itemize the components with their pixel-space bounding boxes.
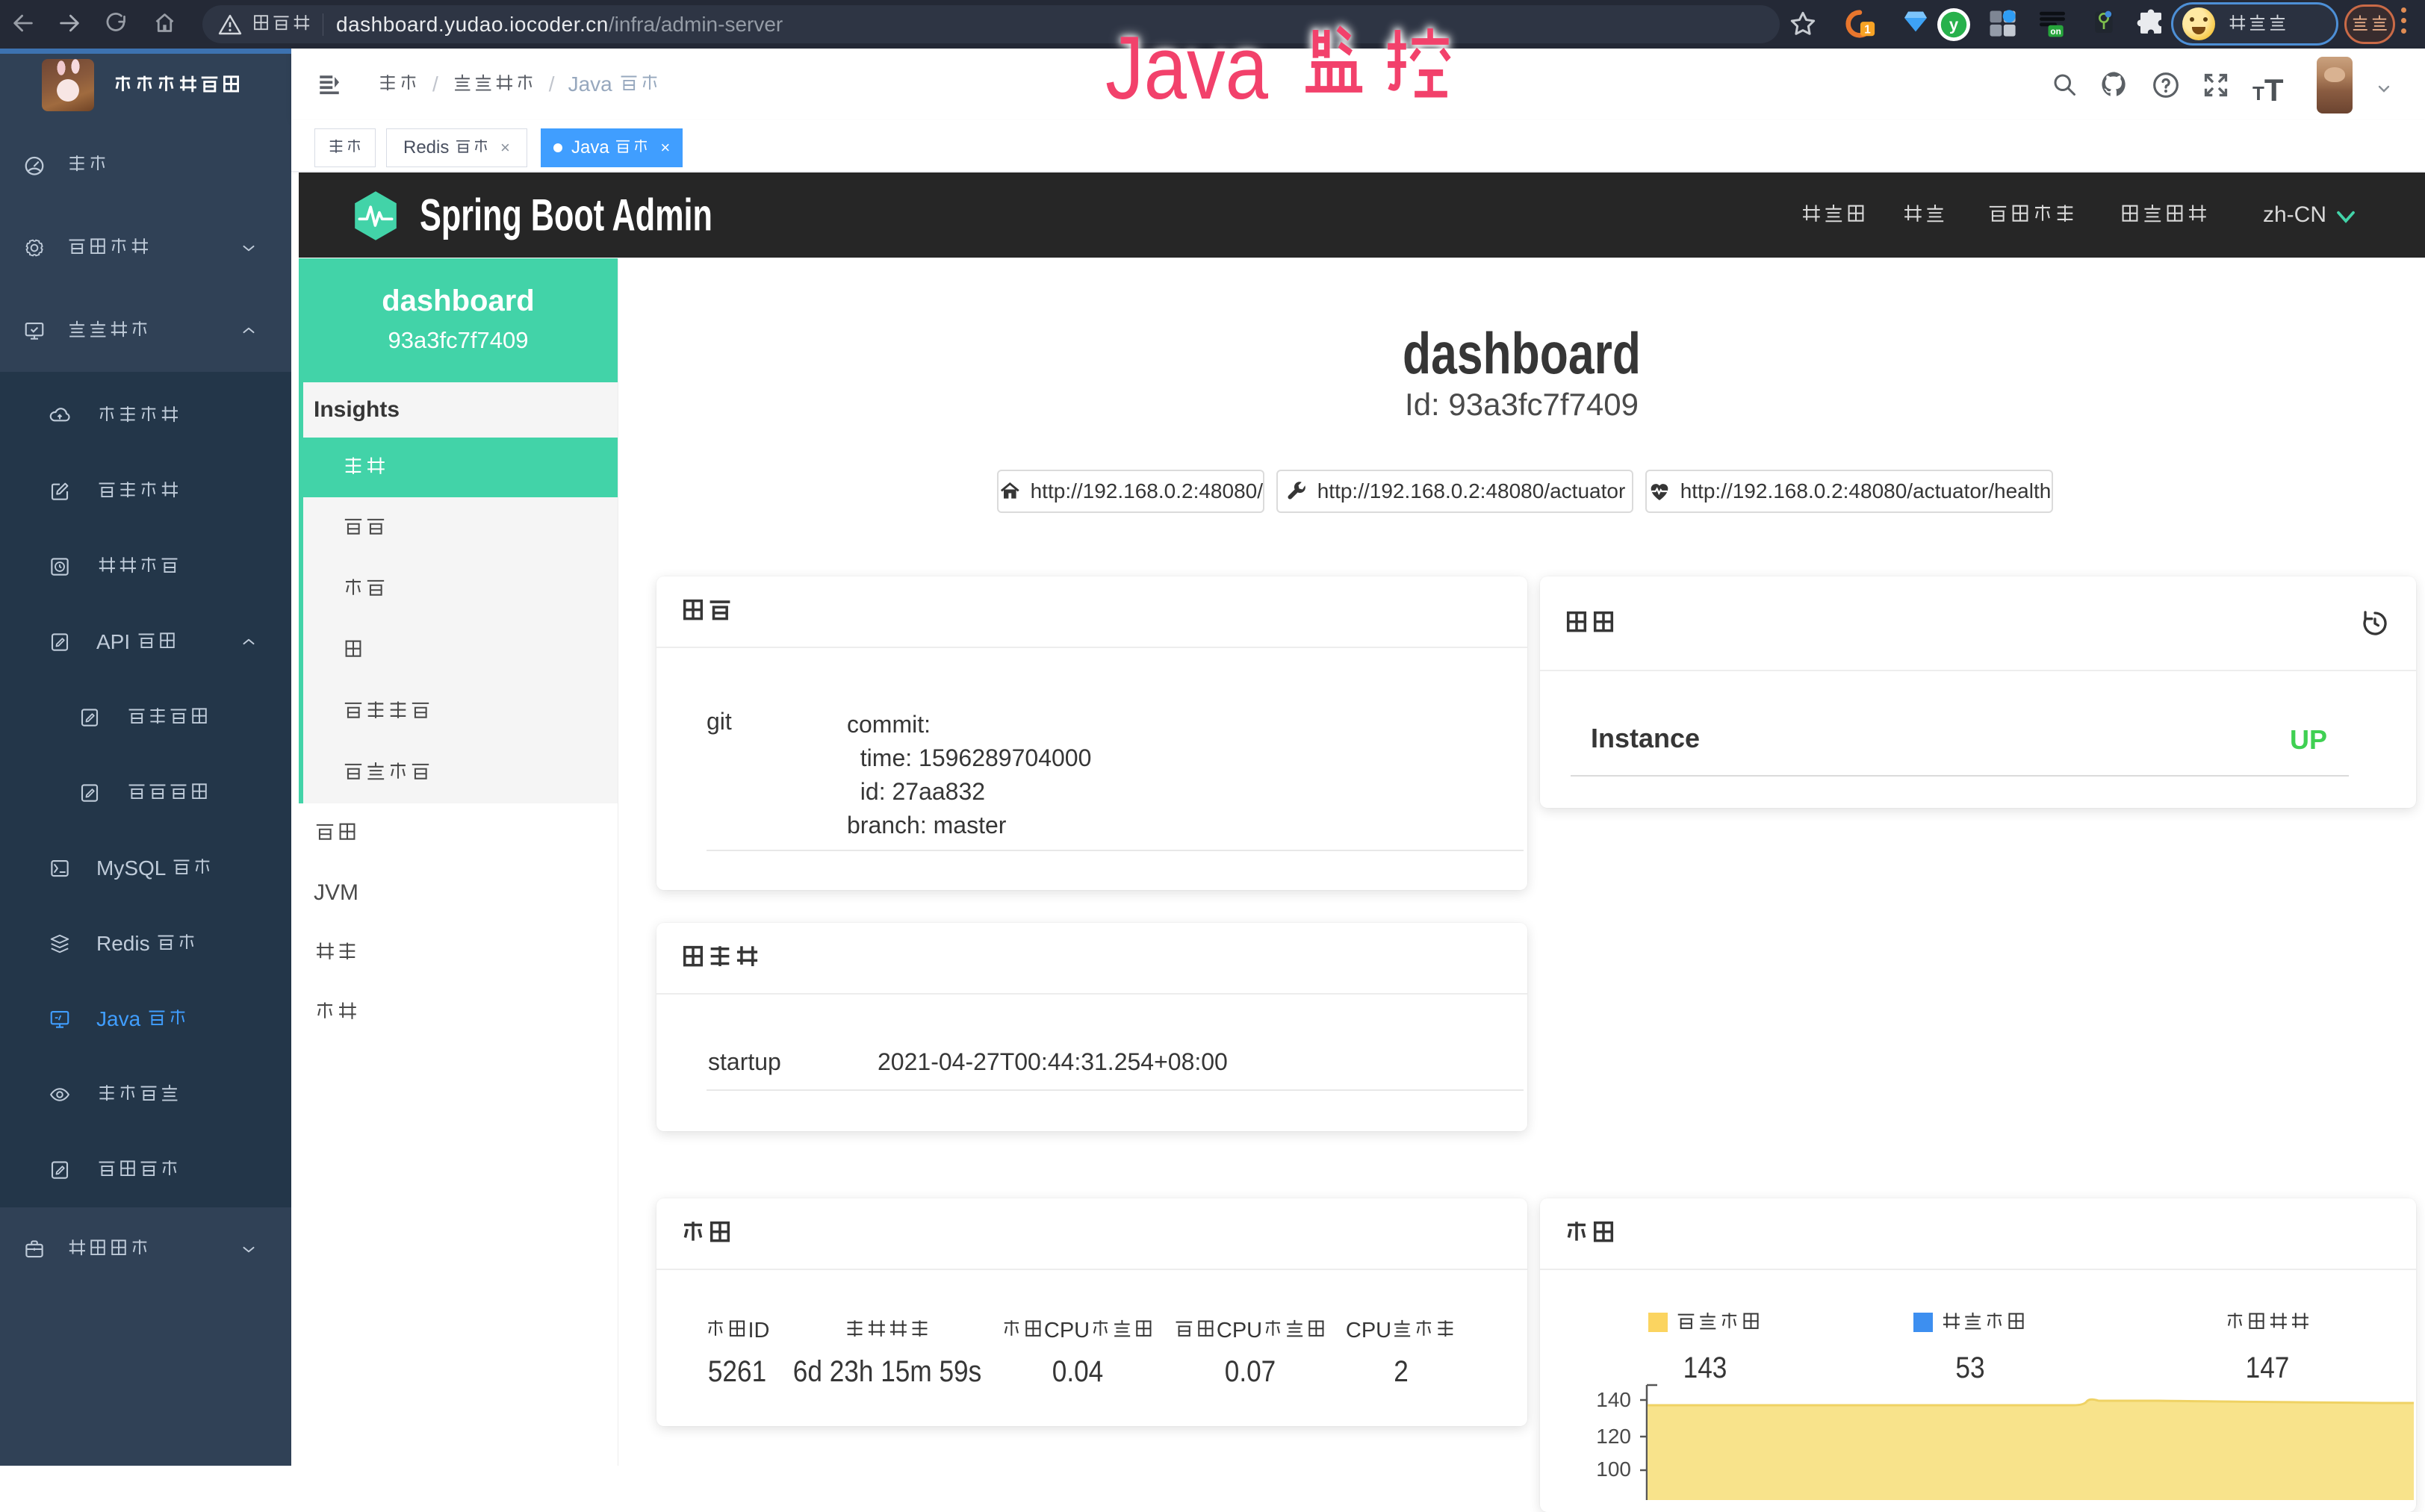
svg-text:120: 120	[1596, 1425, 1631, 1448]
svg-text:y: y	[1949, 16, 1959, 34]
svg-text:1: 1	[1864, 24, 1871, 37]
svg-text:100: 100	[1596, 1457, 1631, 1481]
svg-text:140: 140	[1596, 1388, 1631, 1411]
svg-text:on: on	[2050, 27, 2061, 37]
